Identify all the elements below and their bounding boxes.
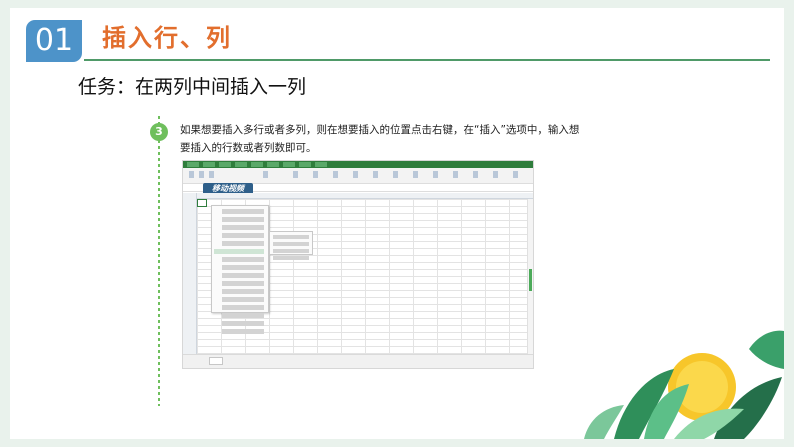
sheet-tab [209,357,223,365]
selected-cell [197,199,207,207]
section-title: 插入行、列 [102,24,232,52]
row-header-column [183,193,197,354]
step-number-badge: 3 [150,123,168,141]
step-text-line-1: 如果想要插入多行或者多列，则在想要插入的位置点击右键，在“插入”选项中，输入想 [180,124,580,136]
slide: 01 插入行、列 任务：在两列中间插入一列 3 如果想要插入多行或者多列，则在想… [10,8,784,439]
insert-submenu [269,231,313,260]
status-bar [183,354,533,368]
section-number-badge: 01 [26,20,82,62]
app-menubar [183,161,533,168]
title-divider [84,59,770,61]
step-description: 如果想要插入多行或者多列，则在想要插入的位置点击右键，在“插入”选项中，输入想 … [180,121,650,157]
context-menu [211,205,269,334]
task-title: 任务：在两列中间插入一列 [78,76,307,98]
plant-decoration-icon [584,330,784,439]
app-ribbon [183,168,533,184]
spreadsheet-screenshot: 移动视频 [182,160,534,369]
step-text-line-2: 要插入的行数或者列数即可。 [180,142,317,154]
vertical-scrollbar [527,199,533,354]
step-timeline-line [158,116,160,406]
